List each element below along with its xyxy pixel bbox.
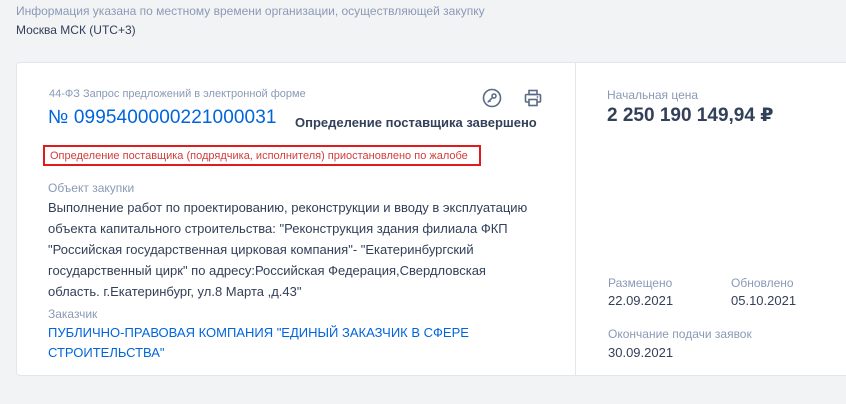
updated-label: Обновлено <box>731 276 794 290</box>
card-divider <box>575 62 576 376</box>
deadline-date: 30.09.2021 <box>608 345 674 360</box>
posted-label: Размещено <box>608 276 673 290</box>
price-value: 2 250 190 149,94 ₽ <box>607 105 774 126</box>
customer-link[interactable]: ПУБЛИЧНО-ПРАВОВАЯ КОМПАНИЯ "ЕДИНЫЙ ЗАКАЗ… <box>48 323 518 363</box>
customer-line: ПУБЛИЧНО-ПРАВОВАЯ КОМПАНИЯ "ЕДИНЫЙ ЗАКАЗ… <box>48 325 469 340</box>
printer-icon[interactable] <box>523 88 543 108</box>
suspension-alert-text: Определение поставщика (подрядчика, испо… <box>50 149 468 162</box>
object-line: "Российская государственная цирковая ком… <box>48 242 474 257</box>
key-icon[interactable] <box>482 88 502 108</box>
deadline-label: Окончание подачи заявок <box>608 327 752 341</box>
object-label: Объект закупки <box>48 181 135 195</box>
price-label: Начальная цена <box>607 88 699 102</box>
customer-line: СТРОИТЕЛЬСТВА" <box>48 345 165 360</box>
posted-date: 22.09.2021 <box>608 293 674 308</box>
procurement-type: 44-ФЗ Запрос предложений в электронной ф… <box>49 88 306 100</box>
timezone-note: Информация указана по местному времени о… <box>16 4 485 18</box>
object-line: область. г.Екатеринбург, ул.8 Марта ,д.4… <box>48 284 302 299</box>
timezone-value: Москва МСК (UTC+3) <box>16 23 136 37</box>
customer-label: Заказчик <box>48 307 98 321</box>
object-line: государственный цирк" по адресу:Российск… <box>48 263 486 278</box>
procurement-status: Определение поставщика завершено <box>295 115 537 130</box>
object-line: Выполнение работ по проектированию, реко… <box>48 200 528 215</box>
suspension-alert: Определение поставщика (подрядчика, испо… <box>43 145 481 166</box>
updated-date: 05.10.2021 <box>731 293 797 308</box>
registry-number-link[interactable]: № 0995400000221000031 <box>48 107 277 129</box>
object-line: объекта капитального строительства: "Рек… <box>48 221 508 236</box>
object-description: Выполнение работ по проектированию, реко… <box>48 197 553 302</box>
